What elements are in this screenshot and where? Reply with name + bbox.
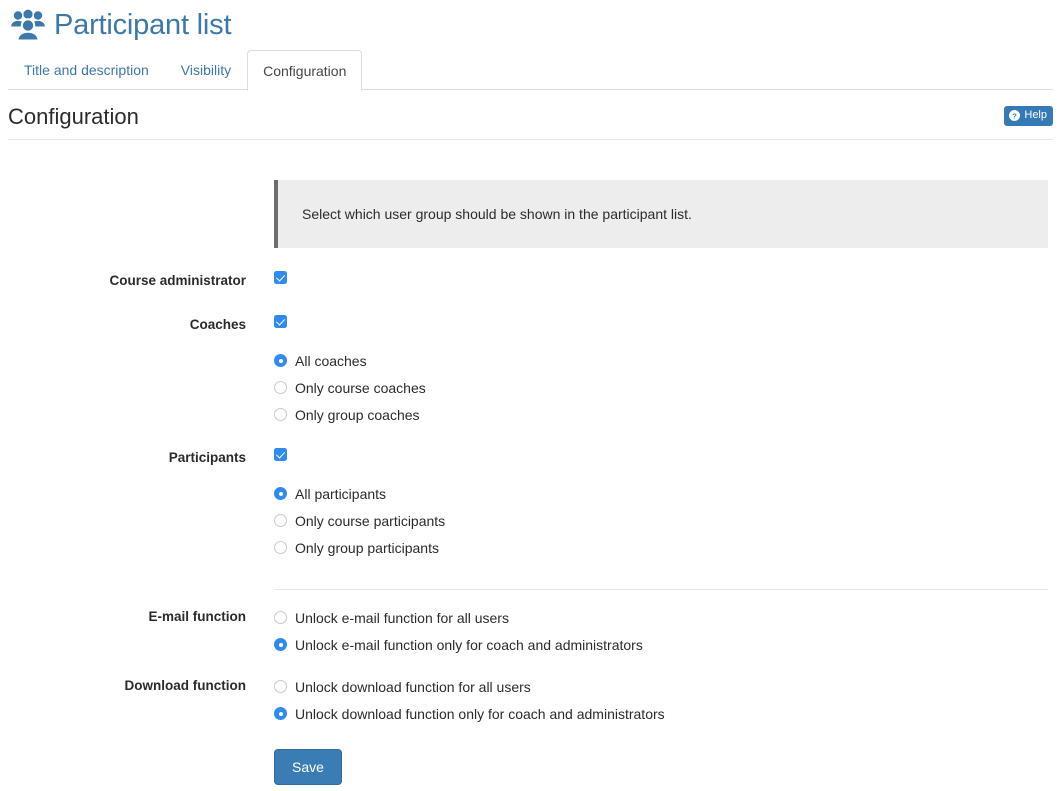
option-label: Unlock e-mail function only for coach an… [295,636,643,654]
page-heading-title: Participant list [54,8,231,42]
info-box-text: Select which user group should be shown … [302,206,692,222]
row-course-administrator: Course administrator [0,271,1061,290]
option-email-all-users[interactable]: Unlock e-mail function for all users [274,604,643,631]
tab-title-and-description[interactable]: Title and description [8,49,165,90]
option-email-coach-admins[interactable]: Unlock e-mail function only for coach an… [274,631,643,658]
coaches-options: All coaches Only course coaches Only gro… [274,347,1061,428]
label-course-administrator: Course administrator [0,271,246,290]
save-button[interactable]: Save [274,749,342,785]
question-circle-icon: ? [1009,110,1020,121]
row-coaches: Coaches [0,315,1061,334]
tab-configuration[interactable]: Configuration [247,50,362,91]
option-label: All coaches [295,352,367,370]
participants-options: All participants Only course participant… [274,480,1061,561]
radio-only-course-coaches[interactable] [274,381,287,394]
radio-only-group-coaches[interactable] [274,408,287,421]
configuration-form: Select which user group should be shown … [0,140,1061,785]
control-course-administrator [246,271,287,284]
option-label: Only course coaches [295,379,426,397]
tab-bar: Title and description Visibility Configu… [8,46,1053,90]
participant-list-configuration-page: Participant list Title and description V… [0,0,1061,791]
option-label: Only course participants [295,512,445,530]
radio-only-group-participants[interactable] [274,541,287,554]
section-divider [274,589,1048,590]
option-download-coach-admins[interactable]: Unlock download function only for coach … [274,700,665,727]
group-users-icon [8,9,48,41]
option-all-coaches[interactable]: All coaches [274,347,1061,374]
control-email-function: Unlock e-mail function for all users Unl… [246,604,643,658]
control-participants [246,448,287,461]
option-label: Only group participants [295,539,439,557]
radio-email-coach-admins[interactable] [274,638,287,651]
svg-text:?: ? [1013,111,1018,120]
radio-all-coaches[interactable] [274,354,287,367]
row-email-function: E-mail function Unlock e-mail function f… [0,604,1061,658]
label-participants: Participants [0,448,246,467]
option-only-group-coaches[interactable]: Only group coaches [274,401,1061,428]
radio-download-all-users[interactable] [274,680,287,693]
save-button-wrap: Save [274,749,1061,785]
option-label: Only group coaches [295,406,420,424]
info-box: Select which user group should be shown … [274,180,1048,248]
checkbox-participants[interactable] [274,448,287,461]
row-participants: Participants [0,448,1061,467]
checkbox-course-administrator[interactable] [274,271,287,284]
option-only-group-participants[interactable]: Only group participants [274,534,1061,561]
control-coaches [246,315,287,328]
radio-all-participants[interactable] [274,487,287,500]
radio-only-course-participants[interactable] [274,514,287,527]
radio-email-all-users[interactable] [274,611,287,624]
app-header: Participant list [0,0,1061,46]
tab-visibility[interactable]: Visibility [165,49,247,90]
label-email-function: E-mail function [0,604,246,626]
checkbox-coaches[interactable] [274,315,287,328]
radio-download-coach-admins[interactable] [274,707,287,720]
option-label: Unlock e-mail function for all users [295,609,509,627]
label-coaches: Coaches [0,315,246,334]
option-download-all-users[interactable]: Unlock download function for all users [274,673,665,700]
help-button[interactable]: ? Help [1004,106,1053,126]
row-download-function: Download function Unlock download functi… [0,673,1061,727]
option-label: Unlock download function only for coach … [295,705,665,723]
page-title-row: Configuration ? Help [8,104,1053,140]
option-only-course-coaches[interactable]: Only course coaches [274,374,1061,401]
help-button-label: Help [1024,109,1047,122]
option-label: Unlock download function for all users [295,678,531,696]
option-label: All participants [295,485,386,503]
option-only-course-participants[interactable]: Only course participants [274,507,1061,534]
option-all-participants[interactable]: All participants [274,480,1061,507]
control-download-function: Unlock download function for all users U… [246,673,665,727]
label-download-function: Download function [0,673,246,695]
page-title: Configuration [8,104,139,130]
